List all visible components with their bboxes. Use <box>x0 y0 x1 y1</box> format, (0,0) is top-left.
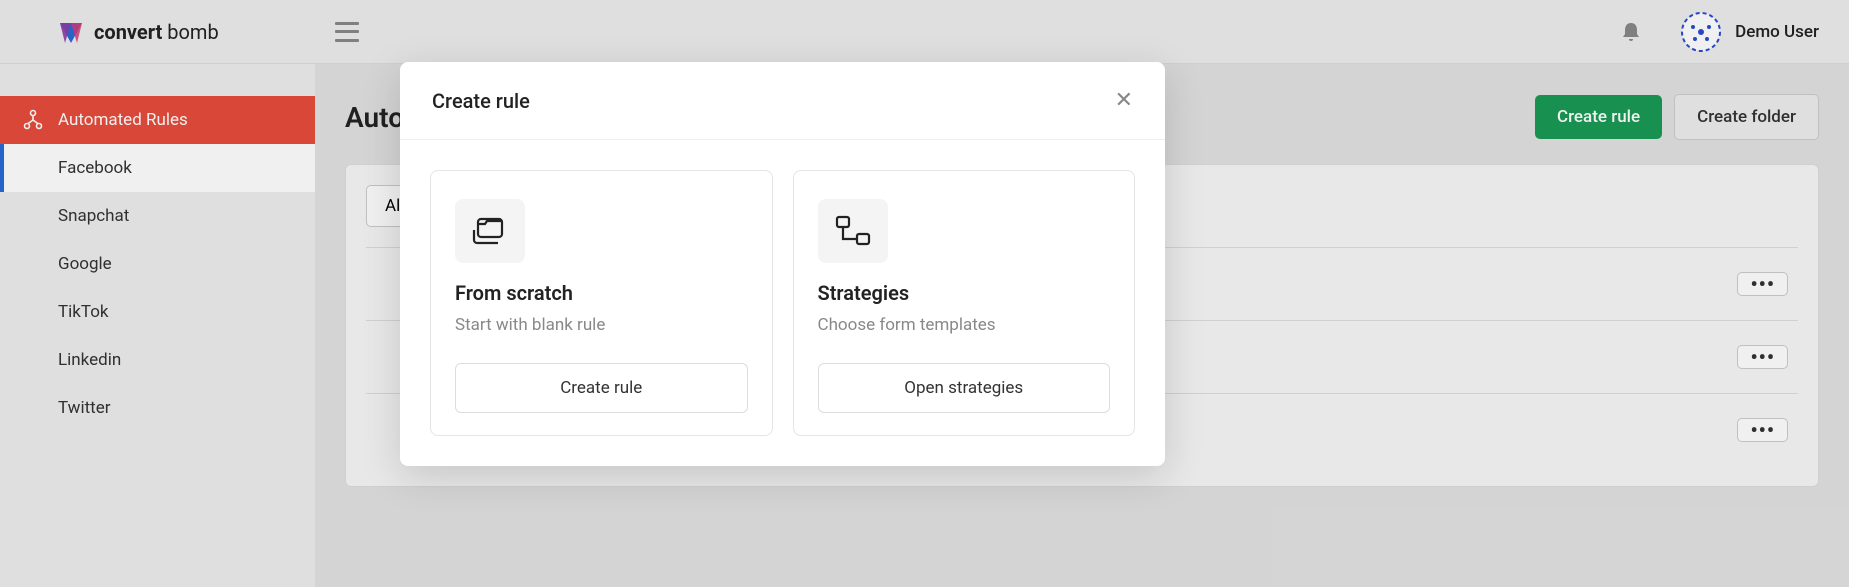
close-icon: ✕ <box>1115 88 1133 113</box>
card-action-open-strategies[interactable]: Open strategies <box>818 363 1111 413</box>
card-title: From scratch <box>455 281 748 305</box>
card-from-scratch[interactable]: From scratch Start with blank rule Creat… <box>430 170 773 436</box>
card-description: Start with blank rule <box>455 315 748 335</box>
modal-close-button[interactable]: ✕ <box>1115 88 1133 113</box>
card-title: Strategies <box>818 281 1111 305</box>
create-rule-modal: Create rule ✕ From scratch Start with bl… <box>400 62 1165 466</box>
tree-strategies-icon <box>833 214 873 248</box>
card-description: Choose form templates <box>818 315 1111 335</box>
card-action-create-rule[interactable]: Create rule <box>455 363 748 413</box>
modal-title: Create rule <box>432 89 530 113</box>
folder-stack-icon <box>471 216 509 246</box>
card-strategies[interactable]: Strategies Choose form templates Open st… <box>793 170 1136 436</box>
